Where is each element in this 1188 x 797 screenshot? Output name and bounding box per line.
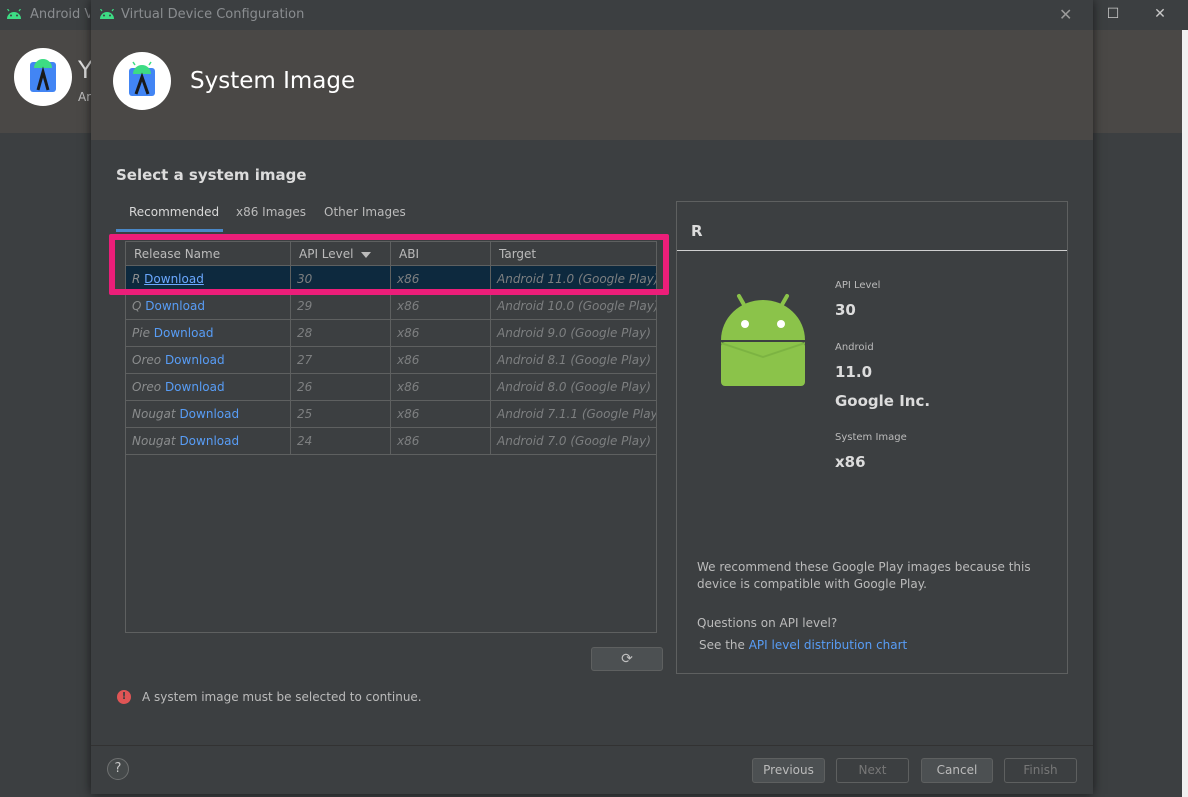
api-level-cell: 29	[291, 293, 391, 319]
target-cell: Android 9.0 (Google Play)	[497, 326, 651, 340]
system-image-detail-panel: R API Level 30 Android 11.0 Google Inc. …	[676, 201, 1068, 674]
system-image-value: x86	[835, 453, 866, 471]
annotation-highlight-box	[109, 234, 669, 295]
abi-cell: x86	[391, 347, 491, 373]
target-cell: Android 8.1 (Google Play)	[497, 353, 651, 367]
android-studio-logo	[113, 52, 171, 110]
android-studio-logo	[14, 48, 72, 106]
virtual-device-configuration-dialog: Virtual Device Configuration ✕ System Im…	[91, 0, 1093, 794]
system-image-table[interactable]: Release Name API Level ABI Target R Down…	[125, 241, 657, 633]
table-row[interactable]: Pie Download 28 x86 Android 9.0 (Google …	[126, 320, 656, 347]
api-level-cell: 26	[291, 374, 391, 400]
detail-title: R	[691, 222, 703, 240]
system-image-label: System Image	[835, 432, 907, 443]
table-row[interactable]: Q Download 29 x86 Android 10.0 (Google P…	[126, 293, 656, 320]
tab-other-images[interactable]: Other Images	[324, 205, 406, 219]
api-question-text: Questions on API level?	[697, 616, 838, 630]
error-text: A system image must be selected to conti…	[142, 690, 422, 704]
background-edge	[1182, 30, 1188, 797]
abi-cell: x86	[391, 374, 491, 400]
finish-button[interactable]: Finish	[1004, 758, 1077, 783]
active-tab-indicator	[116, 229, 223, 232]
api-level-cell: 28	[291, 320, 391, 346]
release-name-cell: Nougat Download	[126, 401, 291, 427]
api-level-cell: 24	[291, 428, 391, 454]
abi-cell: x86	[391, 401, 491, 427]
release-name-cell: Oreo Download	[126, 374, 291, 400]
close-icon[interactable]: ✕	[1152, 6, 1168, 22]
see-chart-text: See the API level distribution chart	[699, 638, 908, 652]
release-name-cell: Q Download	[126, 293, 291, 319]
table-row[interactable]: Oreo Download 26 x86 Android 8.0 (Google…	[126, 374, 656, 401]
cancel-button[interactable]: Cancel	[921, 758, 993, 783]
abi-cell: x86	[391, 428, 491, 454]
dialog-titlebar: Virtual Device Configuration ✕	[91, 0, 1093, 30]
recommendation-text: We recommend these Google Play images be…	[697, 560, 1031, 591]
previous-button[interactable]: Previous	[752, 758, 825, 783]
refresh-icon: ⟳	[621, 651, 633, 667]
footer-divider	[91, 745, 1093, 746]
detail-divider	[677, 250, 1067, 251]
android-label: Android	[835, 342, 874, 353]
abi-cell: x86	[391, 293, 491, 319]
download-link[interactable]: Download	[179, 434, 239, 448]
refresh-button[interactable]: ⟳	[591, 647, 663, 671]
download-link[interactable]: Download	[145, 299, 205, 313]
table-row[interactable]: Nougat Download 25 x86 Android 7.1.1 (Go…	[126, 401, 656, 428]
android-head-icon	[6, 8, 22, 22]
target-cell: Android 7.0 (Google Play)	[497, 434, 651, 448]
api-level-cell: 27	[291, 347, 391, 373]
help-button[interactable]: ?	[107, 758, 129, 780]
dialog-header: System Image	[91, 30, 1093, 140]
section-title: Select a system image	[116, 166, 307, 184]
tab-recommended[interactable]: Recommended	[129, 205, 219, 219]
release-name-cell: Nougat Download	[126, 428, 291, 454]
api-level-cell: 25	[291, 401, 391, 427]
api-level-value: 30	[835, 301, 856, 319]
table-row[interactable]: Nougat Download 24 x86 Android 7.0 (Goog…	[126, 428, 656, 455]
tab-x86-images[interactable]: x86 Images	[236, 205, 306, 219]
download-link[interactable]: Download	[165, 380, 225, 394]
download-link[interactable]: Download	[154, 326, 214, 340]
release-name-cell: Oreo Download	[126, 347, 291, 373]
vendor-value: Google Inc.	[835, 392, 931, 410]
android-head-icon	[99, 8, 115, 22]
next-button[interactable]: Next	[836, 758, 909, 783]
target-cell: Android 8.0 (Google Play)	[497, 380, 651, 394]
api-level-label: API Level	[835, 280, 881, 291]
dialog-title: Virtual Device Configuration	[121, 7, 305, 22]
download-link[interactable]: Download	[179, 407, 239, 421]
target-cell: Android 7.1.1 (Google Play)	[497, 407, 656, 421]
table-row[interactable]: Oreo Download 27 x86 Android 8.1 (Google…	[126, 347, 656, 374]
target-cell: Android 10.0 (Google Play)	[497, 299, 656, 313]
dialog-close-icon[interactable]: ✕	[1059, 5, 1072, 24]
page-title: System Image	[190, 68, 356, 94]
download-link[interactable]: Download	[165, 353, 225, 367]
error-icon: !	[117, 690, 131, 704]
release-name-cell: Pie Download	[126, 320, 291, 346]
api-distribution-chart-link[interactable]: API level distribution chart	[749, 638, 908, 652]
maximize-icon[interactable]: ☐	[1105, 6, 1121, 22]
abi-cell: x86	[391, 320, 491, 346]
android-version-value: 11.0	[835, 363, 873, 381]
avd-manager-title: Android Vir	[30, 7, 90, 22]
android-robot-icon	[719, 292, 807, 391]
